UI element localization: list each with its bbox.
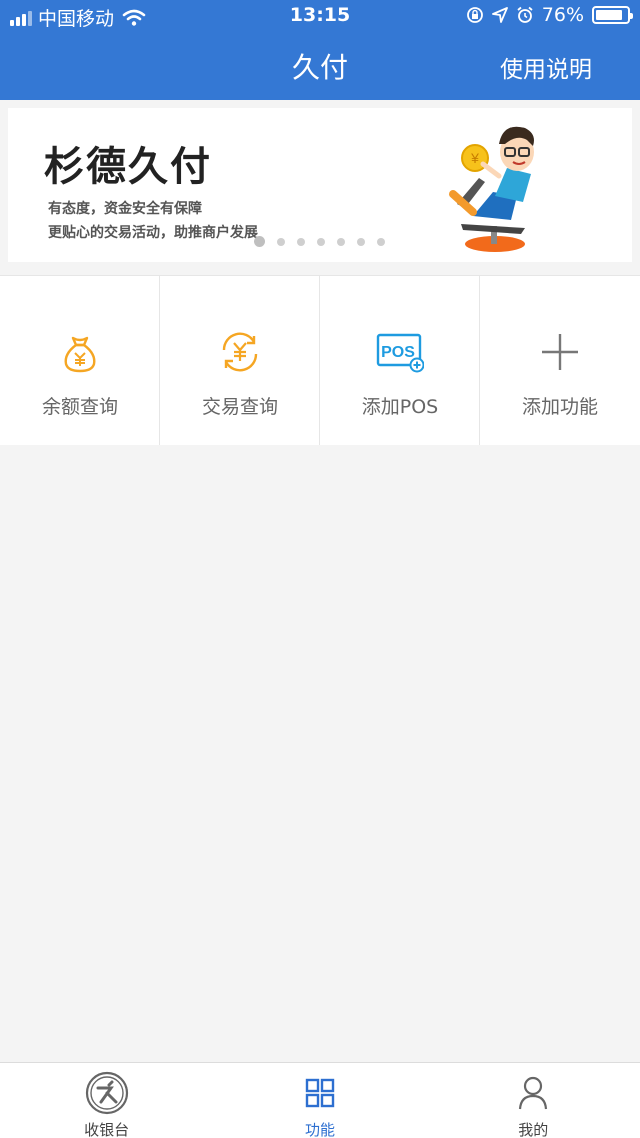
- money-bag-icon: [64, 336, 95, 373]
- person-icon: [519, 1076, 548, 1110]
- carousel-dot[interactable]: [377, 237, 385, 246]
- tab-functions[interactable]: 功能: [213, 1063, 426, 1138]
- banner-subtitle-1: 有态度，资金安全有保障: [48, 201, 202, 217]
- carousel-dot[interactable]: [277, 237, 285, 246]
- banner-illustration-icon: ¥: [449, 126, 534, 252]
- status-bar: 中国移动 13:15 76%: [0, 0, 640, 32]
- alarm-icon: [517, 6, 533, 23]
- carousel-dot[interactable]: [357, 237, 365, 246]
- carousel-dots[interactable]: [254, 236, 385, 247]
- function-grid: 余额查询 交易查询 POS 添加POS 添加功能: [0, 275, 640, 445]
- add-pos-button[interactable]: POS 添加POS: [320, 276, 480, 445]
- carousel-dot[interactable]: [297, 237, 305, 246]
- add-pos-label: 添加POS: [361, 396, 439, 418]
- status-right: 76%: [466, 4, 633, 26]
- carousel-dot[interactable]: [317, 237, 325, 246]
- plus-icon: [542, 334, 578, 370]
- transaction-query-button[interactable]: 交易查询: [160, 276, 320, 445]
- tab-bar: 收银台 功能 我的: [0, 1062, 640, 1138]
- balance-query-button[interactable]: 余额查询: [0, 276, 160, 445]
- pos-icon-text: POS: [381, 344, 415, 361]
- header: 中国移动 13:15 76% 久付 使用说明: [0, 0, 640, 100]
- svg-text:¥: ¥: [470, 150, 479, 166]
- cashier-logo-icon: [85, 1071, 128, 1115]
- yuan-refresh-icon: [222, 332, 257, 372]
- add-function-button[interactable]: 添加功能: [480, 276, 640, 445]
- instructions-link[interactable]: 使用说明: [500, 50, 592, 84]
- battery-icon: [592, 6, 633, 24]
- promo-banner[interactable]: 杉德久付 有态度，资金安全有保障 更贴心的交易活动，助推商户发展 ¥: [8, 108, 632, 262]
- banner-title: 杉德久付: [44, 144, 212, 190]
- carousel-dot[interactable]: [254, 236, 265, 247]
- tab-cashier[interactable]: 收银台: [0, 1063, 213, 1138]
- tab-functions-label: 功能: [304, 1121, 335, 1138]
- orientation-lock-icon: [466, 7, 483, 23]
- pos-add-icon: POS: [376, 333, 424, 373]
- tab-cashier-label: 收银台: [84, 1121, 130, 1138]
- grid-icon: [305, 1078, 335, 1108]
- location-icon: [491, 7, 508, 23]
- carousel-dot[interactable]: [337, 237, 345, 246]
- tab-mine[interactable]: 我的: [427, 1063, 640, 1138]
- balance-query-label: 余额查询: [41, 396, 118, 418]
- add-function-label: 添加功能: [521, 396, 598, 418]
- transaction-query-label: 交易查询: [201, 396, 278, 418]
- tab-mine-label: 我的: [518, 1121, 549, 1138]
- battery-percent: 76%: [541, 4, 584, 26]
- banner-subtitle-2: 更贴心的交易活动，助推商户发展: [48, 225, 258, 241]
